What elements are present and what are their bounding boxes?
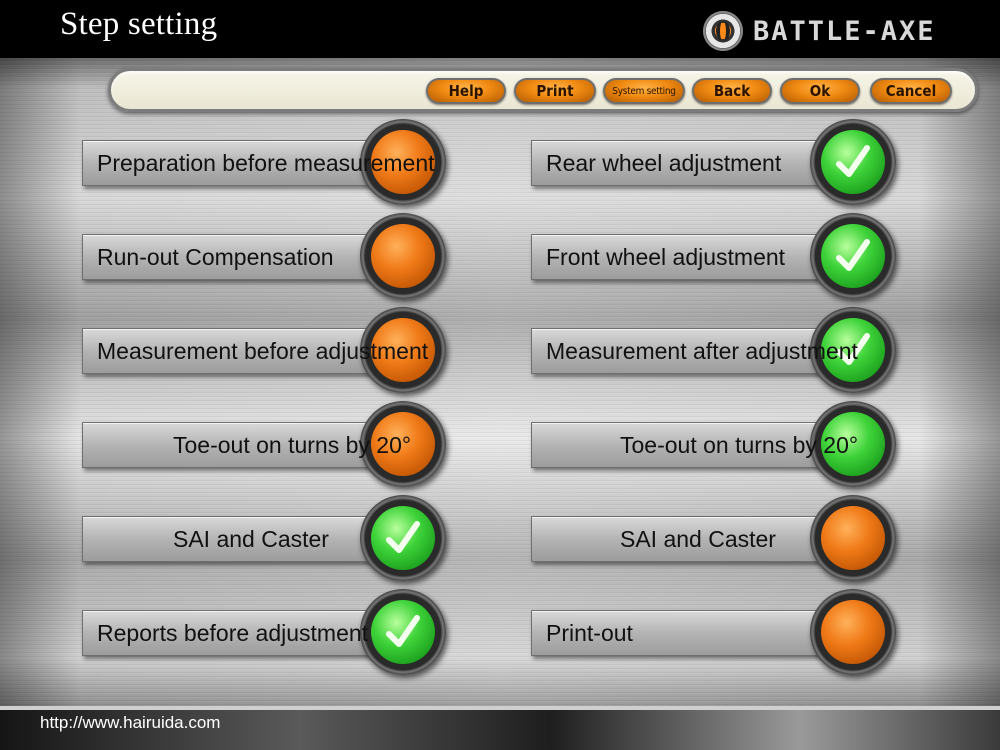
step-rear-wheel-adjustment[interactable]: Rear wheel adjustment	[531, 119, 897, 205]
back-button[interactable]: Back	[692, 78, 772, 104]
cancel-button[interactable]: Cancel	[870, 78, 952, 104]
checkmark-icon	[386, 615, 420, 647]
step-preparation-before-measurement[interactable]: Preparation before measurement	[82, 119, 448, 205]
status-lamp-green	[360, 589, 446, 675]
step-label: Run-out Compensation	[82, 234, 382, 280]
ok-button[interactable]: Ok	[780, 78, 860, 104]
title-bar: Step setting BATTLE-AXE	[0, 0, 1000, 58]
step-print-out[interactable]: Print-out	[531, 589, 897, 675]
step-sai-and-caster-right[interactable]: SAI and Caster	[531, 495, 897, 581]
step-sai-and-caster-left[interactable]: SAI and Caster	[82, 495, 448, 581]
battle-axe-logo-icon	[703, 11, 743, 51]
step-label: SAI and Caster	[82, 516, 382, 562]
step-label: SAI and Caster	[531, 516, 831, 562]
status-lamp-green	[360, 495, 446, 581]
checkmark-icon	[836, 145, 870, 177]
step-toe-out-on-turns-left[interactable]: Toe-out on turns by 20°	[82, 401, 448, 487]
step-label: Measurement after adjustment	[531, 328, 858, 374]
step-label: Preparation before measurement	[82, 140, 435, 186]
website-url: http://www.hairuida.com	[40, 713, 221, 732]
step-reports-before-adjustment[interactable]: Reports before adjustment	[82, 589, 448, 675]
step-label: Front wheel adjustment	[531, 234, 831, 280]
step-front-wheel-adjustment[interactable]: Front wheel adjustment	[531, 213, 897, 299]
status-lamp-green	[810, 213, 896, 299]
step-label: Toe-out on turns by 20°	[82, 422, 411, 468]
status-lamp-green	[810, 119, 896, 205]
status-lamp-orange	[810, 495, 896, 581]
print-button[interactable]: Print	[514, 78, 596, 104]
step-measurement-before-adjustment[interactable]: Measurement before adjustment	[82, 307, 448, 393]
status-lamp-orange	[360, 213, 446, 299]
brand-name: BATTLE-AXE	[753, 15, 936, 47]
checkmark-icon	[386, 521, 420, 553]
status-lamp-orange	[810, 589, 896, 675]
window-title: Step setting	[60, 6, 218, 42]
step-run-out-compensation[interactable]: Run-out Compensation	[82, 213, 448, 299]
step-label: Reports before adjustment	[82, 610, 382, 656]
step-measurement-after-adjustment[interactable]: Measurement after adjustment	[531, 307, 897, 393]
step-label: Toe-out on turns by 20°	[531, 422, 858, 468]
step-label: Measurement before adjustment	[82, 328, 428, 374]
checkmark-icon	[836, 239, 870, 271]
help-button[interactable]: Help	[426, 78, 506, 104]
brand-logo: BATTLE-AXE	[703, 10, 936, 52]
step-label: Print-out	[531, 610, 831, 656]
step-toe-out-on-turns-right[interactable]: Toe-out on turns by 20°	[531, 401, 897, 487]
step-label: Rear wheel adjustment	[531, 140, 831, 186]
system-setting-button[interactable]: System setting	[603, 78, 685, 104]
